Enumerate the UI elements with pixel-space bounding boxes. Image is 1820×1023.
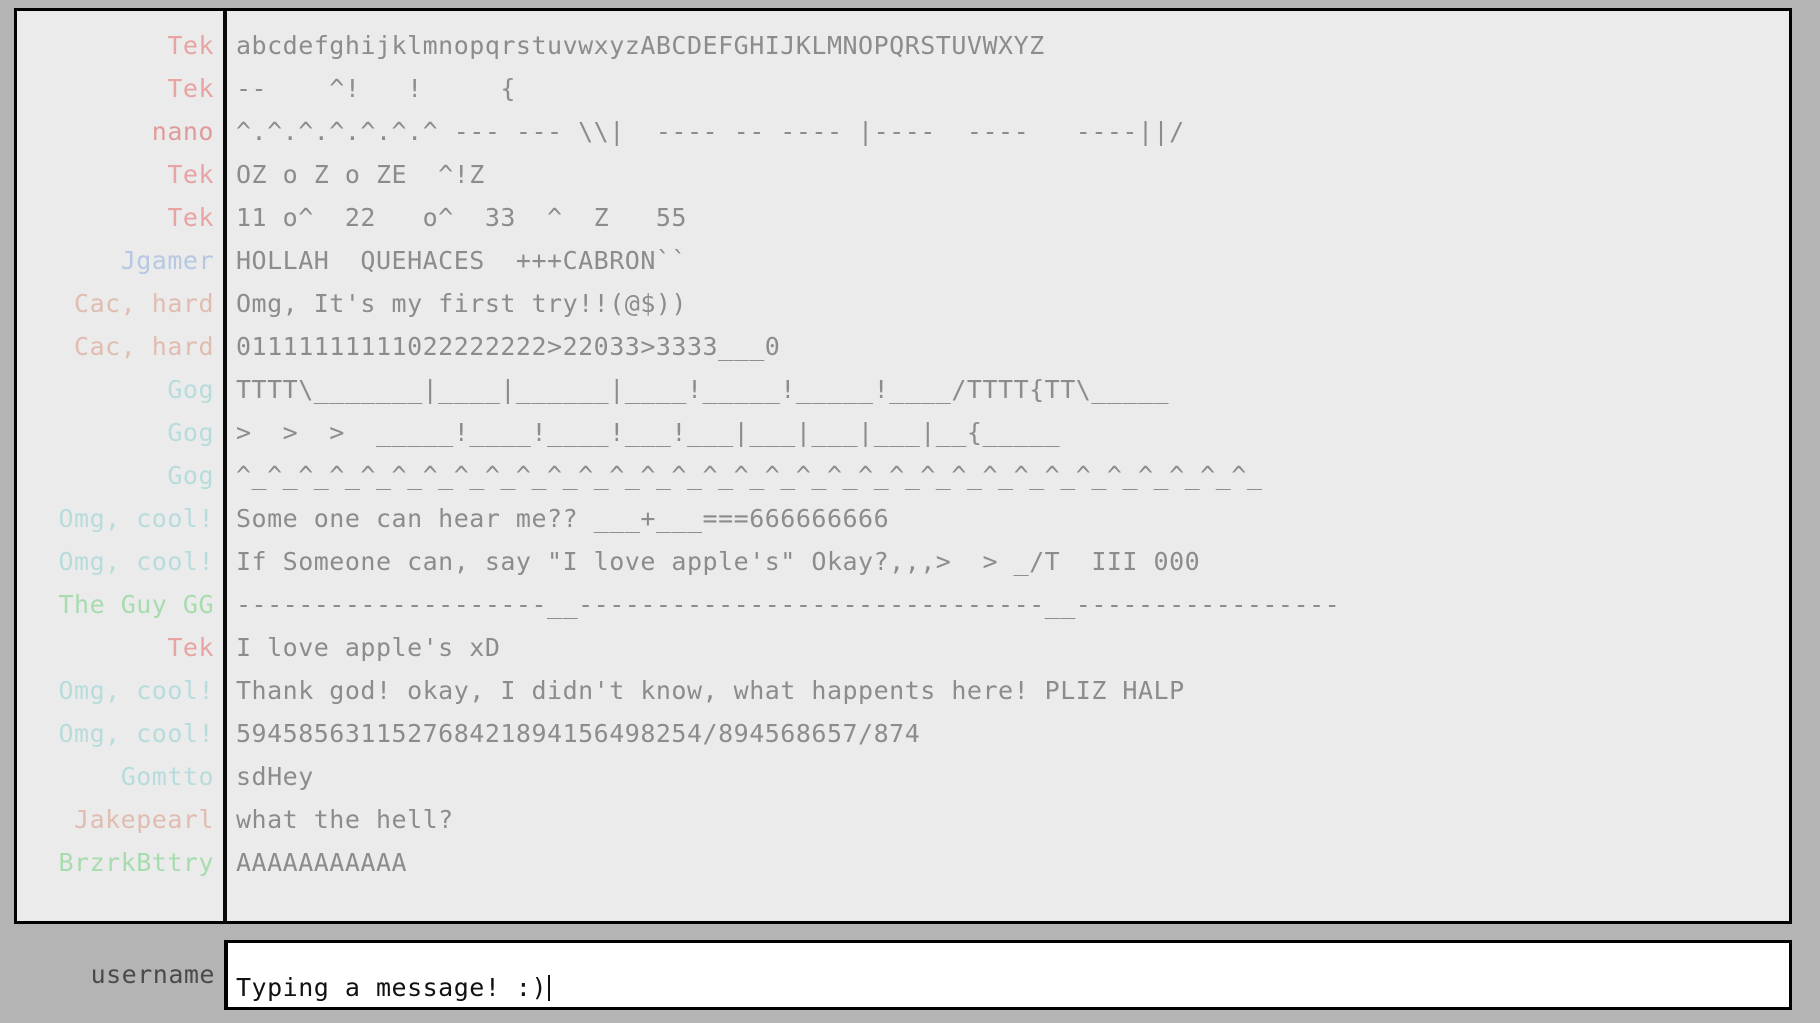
- message-text: TTTT\_______|____|______|____!_____!____…: [236, 375, 1170, 404]
- message-text: Some one can hear me?? ___+___===6666666…: [236, 504, 890, 533]
- username-column: Tek Tek nano Tek Tek Jgamer Cac, hard Cac, hard…: [17, 11, 227, 921]
- message-text: sdHey: [236, 762, 314, 791]
- message-author: Omg, cool!: [58, 547, 214, 576]
- message-author: nano: [151, 117, 214, 146]
- chat-window: Tek Tek nano Tek Tek Jgamer Cac, hard Cac, hard…: [0, 0, 1820, 1023]
- message-author: Jakepearl: [74, 805, 214, 834]
- message-author: Tek: [167, 633, 214, 662]
- message-author: The Guy GG: [58, 590, 214, 619]
- message-author: Jgamer: [120, 246, 214, 275]
- message-author: Gog: [167, 375, 214, 404]
- composer-bar: username Typing a message! :): [14, 940, 1792, 1010]
- message-input-text: Typing a message! :): [236, 971, 551, 1005]
- message-author: Omg, cool!: [58, 676, 214, 705]
- message-column: abcdefghijklmnopqrstuvwxyzABCDEFGHIJKLMN…: [227, 11, 1789, 921]
- message-author: Cac, hard: [74, 289, 214, 318]
- message-author: BrzrkBttry: [58, 848, 214, 877]
- username-label: username: [14, 940, 224, 1010]
- message-author: Omg, cool!: [58, 504, 214, 533]
- message-text: Thank god! okay, I didn't know, what hap…: [236, 676, 1185, 705]
- message-author: Tek: [167, 160, 214, 189]
- message-text: -- ^! ! {: [236, 74, 516, 103]
- message-author: Gomtto: [120, 762, 214, 791]
- message-text: --------------------__------------------…: [236, 590, 1341, 619]
- message-author: Tek: [167, 31, 214, 60]
- message-author: Cac, hard: [74, 332, 214, 361]
- message-text: ^_^_^_^_^_^_^_^_^_^_^_^_^_^_^_^_^_^_^_^_…: [236, 461, 1263, 490]
- message-text: what the hell?: [236, 805, 454, 834]
- message-text: 01111111111022222222>22033>3333___0: [236, 332, 781, 361]
- message-log-panel: Tek Tek nano Tek Tek Jgamer Cac, hard Cac, hard…: [14, 8, 1792, 924]
- message-text: Omg, It's my first try!!(@$)): [236, 289, 687, 318]
- message-text: If Someone can, say "I love apple's" Oka…: [236, 547, 1201, 576]
- message-text: AAAAAAAAAAA: [236, 848, 408, 877]
- message-text: 594585631152768421894156498254/894568657…: [236, 719, 921, 748]
- message-author: Gog: [167, 418, 214, 447]
- message-author: Gog: [167, 461, 214, 490]
- message-text: I love apple's xD: [236, 633, 501, 662]
- message-text: OZ o Z o ZE ^!Z: [236, 160, 485, 189]
- message-author: Tek: [167, 203, 214, 232]
- message-text: HOLLAH QUEHACES +++CABRON``: [236, 246, 687, 275]
- message-author: Omg, cool!: [58, 719, 214, 748]
- message-input[interactable]: Typing a message! :): [224, 940, 1792, 1010]
- message-text: abcdefghijklmnopqrstuvwxyzABCDEFGHIJKLMN…: [236, 31, 1045, 60]
- message-author: Tek: [167, 74, 214, 103]
- text-caret: [548, 975, 551, 1001]
- message-text: > > > _____!____!____!___!___|___|___|__…: [236, 418, 1061, 447]
- message-text: 11 o^ 22 o^ 33 ^ Z 55: [236, 203, 687, 232]
- message-text: ^.^.^.^.^.^.^ --- --- \\| ---- -- ---- |…: [236, 117, 1185, 146]
